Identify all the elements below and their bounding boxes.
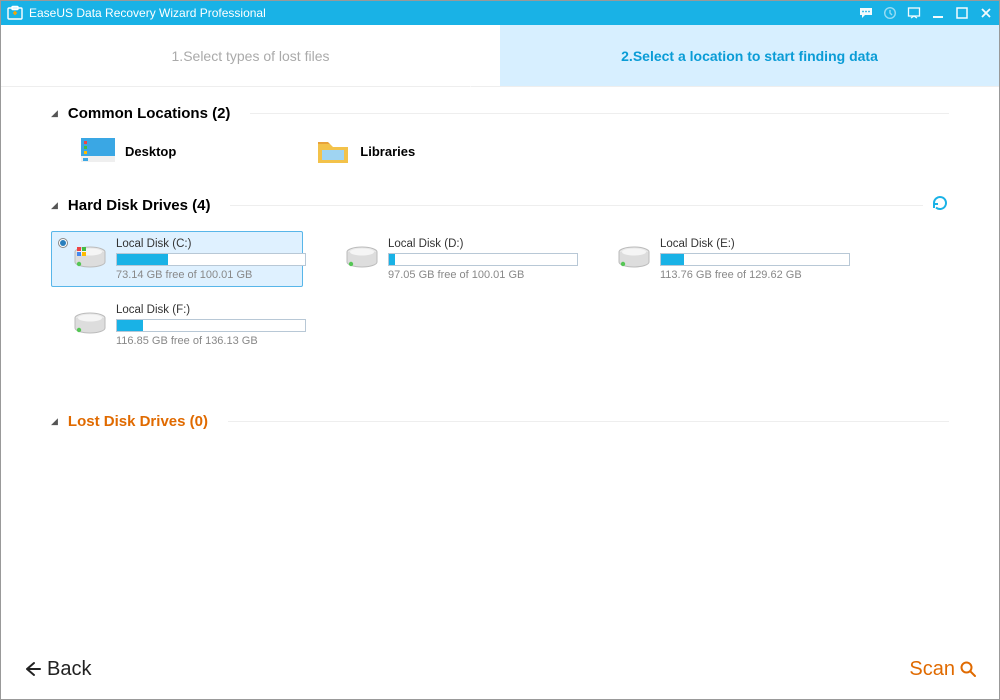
location-desktop-label: Desktop	[125, 144, 176, 159]
chat-icon[interactable]	[859, 6, 873, 20]
wizard-steps: 1.Select types of lost files 2.Select a …	[1, 25, 999, 87]
section-drives-header[interactable]: ◢ Hard Disk Drives (4)	[51, 194, 949, 217]
drive-info: Local Disk (F:) 116.85 GB free of 136.13…	[116, 304, 306, 347]
section-common-header[interactable]: ◢ Common Locations (2)	[51, 105, 949, 122]
drives-grid: Local Disk (C:) 73.14 GB free of 100.01 …	[51, 231, 949, 353]
drive-name: Local Disk (F:)	[116, 304, 306, 316]
footer: Back Scan	[1, 639, 999, 699]
usage-bar	[388, 253, 578, 266]
arrow-left-icon	[23, 660, 41, 678]
section-lost-title: Lost Disk Drives (0)	[68, 413, 208, 430]
drive-card[interactable]: Local Disk (E:) 113.76 GB free of 129.62…	[595, 231, 847, 287]
drive-name: Local Disk (D:)	[388, 238, 578, 250]
usage-bar	[116, 253, 306, 266]
drive-info: Local Disk (D:) 97.05 GB free of 100.01 …	[388, 238, 578, 281]
content-area: ◢ Common Locations (2) Desktop Libraries…	[1, 87, 999, 639]
step-1[interactable]: 1.Select types of lost files	[1, 25, 500, 86]
menu-icon[interactable]	[907, 6, 921, 20]
step-2[interactable]: 2.Select a location to start finding dat…	[500, 25, 999, 86]
drive-free-text: 113.76 GB free of 129.62 GB	[660, 269, 850, 281]
app-window: EaseUS Data Recovery Wizard Professional…	[0, 0, 1000, 700]
radio-selected-icon	[58, 238, 68, 248]
titlebar-actions	[859, 6, 993, 20]
section-lost-header[interactable]: ◢ Lost Disk Drives (0)	[51, 413, 949, 430]
minimize-icon[interactable]	[931, 6, 945, 20]
location-desktop[interactable]: Desktop	[81, 136, 176, 166]
drive-free-text: 73.14 GB free of 100.01 GB	[116, 269, 306, 281]
desktop-icon	[81, 136, 115, 166]
drive-info: Local Disk (E:) 113.76 GB free of 129.62…	[660, 238, 850, 281]
titlebar: EaseUS Data Recovery Wizard Professional	[1, 1, 999, 25]
back-button[interactable]: Back	[23, 658, 91, 681]
location-libraries[interactable]: Libraries	[316, 136, 415, 166]
drive-card[interactable]: Local Disk (D:) 97.05 GB free of 100.01 …	[323, 231, 575, 287]
drive-name: Local Disk (C:)	[116, 238, 306, 250]
divider	[250, 113, 949, 114]
hdd-icon	[72, 241, 108, 277]
drive-info: Local Disk (C:) 73.14 GB free of 100.01 …	[116, 238, 306, 281]
step-2-label: 2.Select a location to start finding dat…	[621, 48, 878, 64]
history-icon[interactable]	[883, 6, 897, 20]
drive-name: Local Disk (E:)	[660, 238, 850, 250]
libraries-icon	[316, 136, 350, 166]
close-icon[interactable]	[979, 6, 993, 20]
window-title: EaseUS Data Recovery Wizard Professional	[29, 6, 859, 20]
drive-free-text: 116.85 GB free of 136.13 GB	[116, 335, 306, 347]
divider	[228, 421, 949, 422]
location-libraries-label: Libraries	[360, 144, 415, 159]
chevron-down-icon: ◢	[51, 200, 58, 211]
chevron-down-icon: ◢	[51, 416, 58, 427]
chevron-down-icon: ◢	[51, 108, 58, 119]
common-locations-row: Desktop Libraries	[51, 136, 949, 166]
maximize-icon[interactable]	[955, 6, 969, 20]
scan-button[interactable]: Scan	[909, 658, 977, 681]
usage-bar	[116, 319, 306, 332]
back-label: Back	[47, 658, 91, 681]
app-icon	[7, 5, 23, 21]
usage-bar	[660, 253, 850, 266]
search-icon	[959, 660, 977, 678]
drive-card[interactable]: Local Disk (F:) 116.85 GB free of 136.13…	[51, 297, 303, 353]
section-drives-title: Hard Disk Drives (4)	[68, 197, 211, 214]
drive-free-text: 97.05 GB free of 100.01 GB	[388, 269, 578, 281]
section-common-title: Common Locations (2)	[68, 105, 231, 122]
scan-label: Scan	[909, 658, 955, 681]
step-1-label: 1.Select types of lost files	[172, 48, 330, 64]
hdd-icon	[72, 307, 108, 343]
drive-card[interactable]: Local Disk (C:) 73.14 GB free of 100.01 …	[51, 231, 303, 287]
hdd-icon	[344, 241, 380, 277]
hdd-icon	[616, 241, 652, 277]
divider	[230, 205, 923, 206]
refresh-icon[interactable]	[931, 194, 949, 217]
